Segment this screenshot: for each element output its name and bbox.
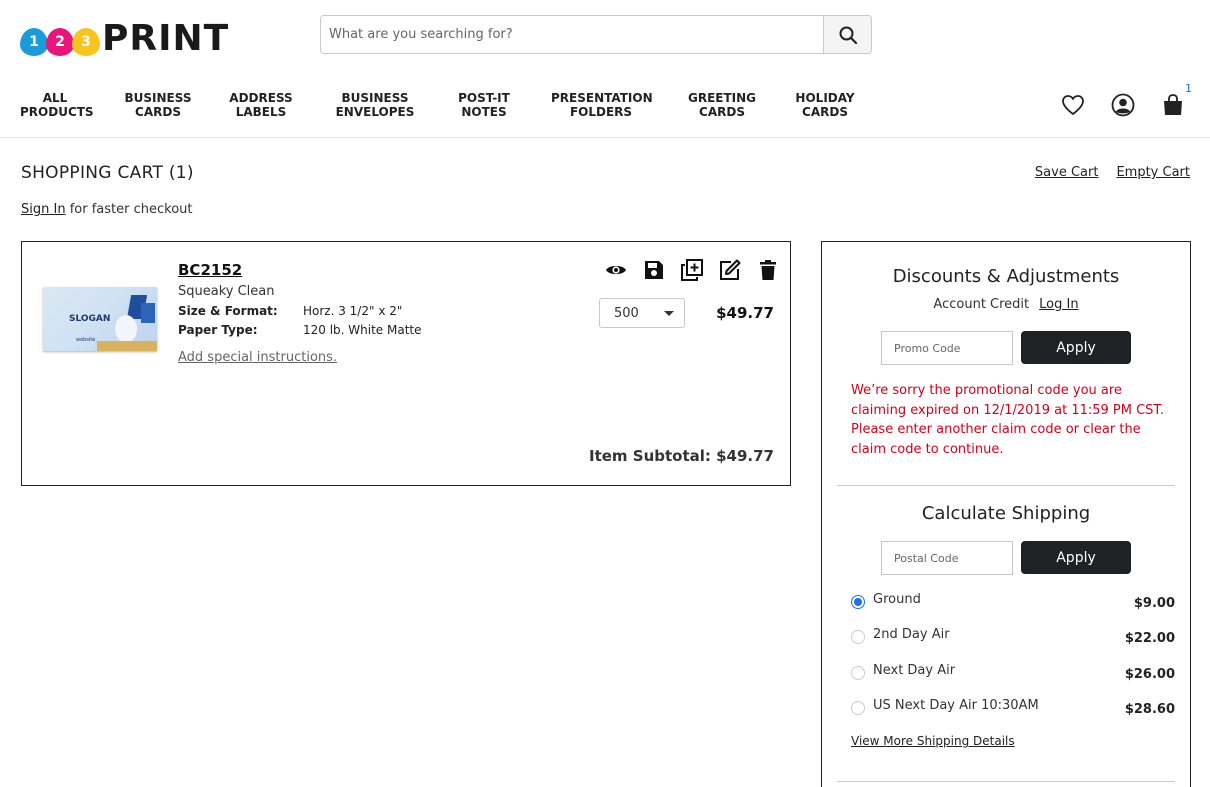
thumb-shape xyxy=(97,341,157,351)
view-more-shipping-link[interactable]: View More Shipping Details xyxy=(851,734,1015,748)
shipping-option-2nd-day-air[interactable]: 2nd Day Air $22.00 xyxy=(851,627,1175,649)
divider xyxy=(837,485,1175,486)
divider xyxy=(837,781,1175,782)
user-icon xyxy=(1111,93,1135,117)
nav-address-labels[interactable]: ADDRESS LABELS xyxy=(226,91,296,119)
nav-presentation-folders[interactable]: PRESENTATION FOLDERS xyxy=(551,91,653,119)
radio-unselected[interactable] xyxy=(851,666,865,680)
nav-greeting-cards[interactable]: GREETING CARDS xyxy=(687,91,757,119)
wishlist-button[interactable] xyxy=(1060,92,1086,118)
spec-value: Horz. 3 1/2" x 2" xyxy=(303,304,403,318)
shipping-option-name: 2nd Day Air xyxy=(873,627,950,642)
search-input[interactable] xyxy=(321,16,823,53)
spec-paper-type: Paper Type: 120 lb. White Matte xyxy=(178,323,422,337)
heart-icon xyxy=(1062,95,1084,115)
thumb-slogan: SLOGAN xyxy=(69,314,111,324)
add-special-instructions-link[interactable]: Add special instructions. xyxy=(178,350,337,365)
spec-label: Size & Format: xyxy=(178,304,278,318)
duplicate-icon xyxy=(681,259,703,281)
radio-selected[interactable] xyxy=(851,595,865,609)
empty-cart-link[interactable]: Empty Cart xyxy=(1116,165,1190,180)
radio-unselected[interactable] xyxy=(851,701,865,715)
shipping-option-name: Next Day Air xyxy=(873,663,956,678)
quantity-select[interactable]: 500 xyxy=(599,298,685,328)
duplicate-button[interactable] xyxy=(680,258,704,282)
shipping-option-price: $28.60 xyxy=(1124,702,1175,717)
apply-postal-button[interactable]: Apply xyxy=(1021,541,1131,574)
promo-code-input[interactable] xyxy=(881,331,1013,365)
item-actions xyxy=(604,258,780,282)
quantity-value: 500 xyxy=(614,305,639,321)
thumb-shape xyxy=(115,315,137,343)
account-credit-row: Account Credit Log In xyxy=(822,297,1190,312)
nav-business-cards[interactable]: BUSINESS CARDS xyxy=(122,91,194,119)
chevron-down-icon xyxy=(664,310,674,316)
cart-button[interactable]: 1 xyxy=(1160,82,1192,118)
shipping-option-ground[interactable]: Ground $9.00 xyxy=(851,592,1175,614)
spec-size-format: Size & Format: Horz. 3 1/2" x 2" xyxy=(178,304,402,318)
thumb-shape xyxy=(141,303,155,323)
signin-prompt: Sign In for faster checkout xyxy=(21,202,192,217)
nav-business-envelopes[interactable]: BUSINESS ENVELOPES xyxy=(334,91,416,119)
logo-drop-2: 2 xyxy=(46,28,74,56)
logo-drop-1: 1 xyxy=(20,28,48,56)
logo-text: PRINT xyxy=(102,17,230,59)
delete-button[interactable] xyxy=(756,258,780,282)
search-bar xyxy=(320,15,872,54)
nav-holiday-cards[interactable]: HOLIDAY CARDS xyxy=(792,91,858,119)
page-title: SHOPPING CART (1) xyxy=(21,163,194,183)
account-credit-label: Account Credit xyxy=(933,297,1030,312)
save-icon xyxy=(645,261,663,279)
main-nav: ALL PRODUCTS BUSINESS CARDS ADDRESS LABE… xyxy=(0,82,1210,138)
radio-unselected[interactable] xyxy=(851,630,865,644)
discounts-heading: Discounts & Adjustments xyxy=(892,266,1120,287)
logo[interactable]: 1 2 3 PRINT xyxy=(20,15,229,61)
nav-post-it-notes[interactable]: POST-IT NOTES xyxy=(452,91,516,119)
product-sku-link[interactable]: BC2152 xyxy=(178,261,242,279)
product-name: Squeaky Clean xyxy=(178,284,275,299)
cart-actions: Save Cart Empty Cart xyxy=(1035,165,1190,180)
trash-icon xyxy=(760,260,776,280)
shipping-option-price: $22.00 xyxy=(1124,631,1175,646)
eye-icon xyxy=(606,265,626,275)
thumb-website: website xyxy=(76,337,96,343)
spec-value: 120 lb. White Matte xyxy=(303,323,422,337)
nav-all-products[interactable]: ALL PRODUCTS xyxy=(20,91,94,119)
postal-code-input[interactable] xyxy=(881,541,1013,575)
edit-icon xyxy=(720,259,741,280)
shipping-option-price: $9.00 xyxy=(1133,596,1175,611)
logo-drop-3: 3 xyxy=(72,28,100,56)
save-item-button[interactable] xyxy=(642,258,666,282)
item-price: $49.77 xyxy=(716,304,774,322)
edit-button[interactable] xyxy=(718,258,742,282)
spec-label: Paper Type: xyxy=(178,323,258,337)
shipping-option-name: Ground xyxy=(873,592,921,607)
search-button[interactable] xyxy=(823,16,871,53)
sign-in-suffix: for faster checkout xyxy=(65,202,193,217)
search-icon xyxy=(839,26,857,44)
product-thumbnail[interactable]: SLOGAN website xyxy=(43,287,157,351)
cart-count-badge: 1 xyxy=(1185,82,1192,95)
sign-in-link[interactable]: Sign In xyxy=(21,202,66,217)
shipping-option-name: US Next Day Air 10:30AM xyxy=(873,698,1039,713)
save-cart-link[interactable]: Save Cart xyxy=(1035,165,1099,180)
header-icons: 1 xyxy=(1060,82,1192,118)
shipping-option-us-next-day-air-1030am[interactable]: US Next Day Air 10:30AM $28.60 xyxy=(851,698,1175,720)
shopping-bag-icon xyxy=(1164,94,1182,115)
shipping-option-next-day-air[interactable]: Next Day Air $26.00 xyxy=(851,663,1175,685)
shipping-option-price: $26.00 xyxy=(1124,667,1175,682)
apply-promo-button[interactable]: Apply xyxy=(1021,331,1131,364)
preview-button[interactable] xyxy=(604,258,628,282)
account-button[interactable] xyxy=(1110,92,1136,118)
order-summary-panel: Discounts & Adjustments Account Credit Lo… xyxy=(821,241,1191,787)
item-subtotal: Item Subtotal: $49.77 xyxy=(588,447,774,465)
shipping-heading: Calculate Shipping xyxy=(921,503,1091,524)
cart-item: SLOGAN website BC2152 Squeaky Clean Size… xyxy=(21,241,791,486)
promo-error-message: We’re sorry the promotional code you are… xyxy=(851,383,1164,457)
log-in-link[interactable]: Log In xyxy=(1039,297,1078,312)
